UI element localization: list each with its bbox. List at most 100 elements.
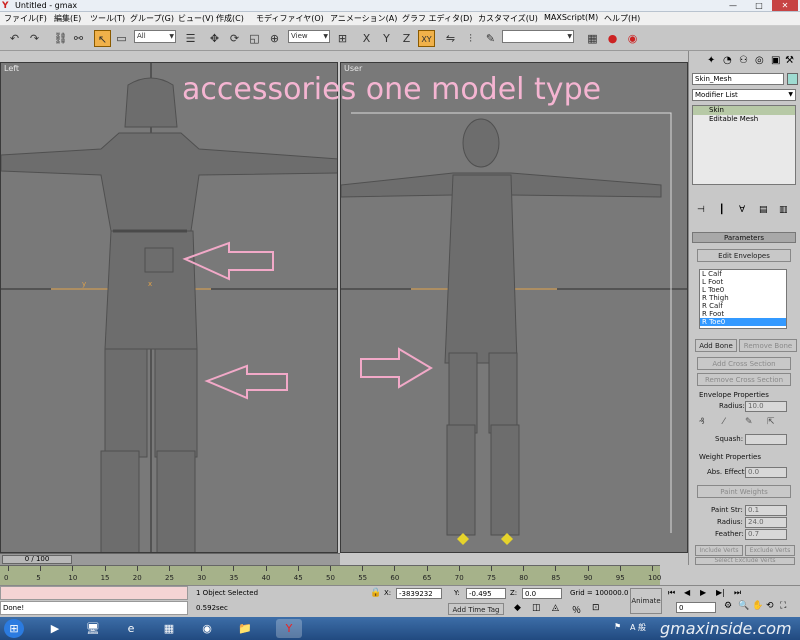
paint-weights-button[interactable]: Paint Weights <box>697 485 791 498</box>
time-config-icon[interactable]: ⚙ <box>724 601 732 611</box>
menu-create[interactable]: 作成(C) <box>216 13 244 24</box>
menu-modifiers[interactable]: モディファイヤ(O) <box>256 13 324 24</box>
material-editor-icon[interactable]: ▦ <box>584 30 601 47</box>
show-end-result-icon[interactable]: ┃ <box>719 205 724 215</box>
go-to-start-icon[interactable]: ⏮ <box>668 588 675 598</box>
region-select-icon[interactable]: ▭ <box>113 30 130 47</box>
envelope-pen-icon[interactable]: ✎ <box>745 417 753 427</box>
object-name-field[interactable]: Skin_Mesh <box>692 73 784 85</box>
mirror-icon[interactable]: ⇋ <box>442 30 459 47</box>
spinner-snap-icon[interactable]: ⊡ <box>592 603 600 613</box>
chrome-icon[interactable]: ◉ <box>194 619 220 638</box>
desktop-icon[interactable]: 🖥 <box>80 619 106 638</box>
scale-icon[interactable]: ◱ <box>246 30 263 47</box>
explorer-icon[interactable]: 📁 <box>232 619 258 638</box>
select-excluded-verts-button[interactable]: Select Exclude Verts <box>695 557 795 565</box>
bone-item-r-thigh[interactable]: R Thigh <box>700 294 786 302</box>
bone-list[interactable]: L Calf L Foot L Toe0 R Thigh R Calf R Fo… <box>699 269 787 329</box>
snap-toggle-icon[interactable]: ◫ <box>532 603 541 613</box>
minimize-button[interactable]: — <box>720 0 746 11</box>
remove-cross-section-button[interactable]: Remove Cross Section <box>697 373 791 386</box>
tray-flag-icon[interactable]: ⚑ <box>614 622 621 631</box>
bone-item-l-toe0[interactable]: L Toe0 <box>700 286 786 294</box>
maximize-button[interactable]: □ <box>746 0 772 11</box>
track-bar[interactable]: 0 5 10 15 20 25 30 35 40 45 50 55 60 65 70 75 80 85 90 95 10… <box>0 565 661 585</box>
axis-y-button[interactable]: Y <box>378 30 395 47</box>
display-tab-icon[interactable]: ▣ <box>771 55 780 66</box>
bone-item-r-toe0[interactable]: R Toe0 <box>700 318 786 326</box>
media-player-icon[interactable]: ▶ <box>42 619 68 638</box>
undo-icon[interactable]: ↶ <box>6 30 23 47</box>
time-slider[interactable]: 0 / 100 <box>0 553 340 565</box>
select-by-name-icon[interactable]: ☰ <box>182 30 199 47</box>
selection-filter-dropdown[interactable]: All ▼ <box>134 30 176 43</box>
make-unique-icon[interactable]: ∀ <box>739 205 745 215</box>
rotate-icon[interactable]: ⟳ <box>226 30 243 47</box>
play-icon[interactable]: ▶ <box>700 588 706 597</box>
paint-radius-spinner[interactable]: 24.0 <box>745 517 787 528</box>
transform-center-icon[interactable]: ⊞ <box>334 30 351 47</box>
envelope-tool-icon[interactable]: ₰ <box>699 417 705 427</box>
bone-item-l-calf[interactable]: L Calf <box>700 270 786 278</box>
configure-sets-icon[interactable]: ▥ <box>779 205 788 215</box>
prompt-line[interactable]: Done! <box>0 601 188 615</box>
select-object-icon[interactable]: ↖ <box>94 30 111 47</box>
squash-spinner[interactable] <box>745 434 787 445</box>
pan-icon[interactable]: ✋ <box>752 601 763 611</box>
previous-frame-icon[interactable]: ◀ <box>684 588 690 597</box>
edit-envelopes-button[interactable]: Edit Envelopes <box>697 249 791 262</box>
abs-effect-spinner[interactable]: 0.0 <box>745 467 787 478</box>
stack-item-editable-mesh[interactable]: Editable Mesh <box>693 115 795 124</box>
snap-icon[interactable]: ✎ <box>482 30 499 47</box>
lock-selection-icon[interactable]: 🔒 <box>370 588 381 598</box>
redo-icon[interactable]: ↷ <box>26 30 43 47</box>
z-coord-field[interactable]: 0.0 <box>522 588 562 599</box>
envelope-brush-icon[interactable]: ⁄ <box>723 417 725 427</box>
menu-tools[interactable]: ツール(T) <box>90 13 125 24</box>
bone-item-l-foot[interactable]: L Foot <box>700 278 786 286</box>
axis-z-button[interactable]: Z <box>398 30 415 47</box>
viewport-user[interactable]: User <box>340 62 688 553</box>
ref-coord-dropdown[interactable]: View ▼ <box>288 30 330 43</box>
viewport-left[interactable]: Left <box>0 62 338 553</box>
bone-item-r-calf[interactable]: R Calf <box>700 302 786 310</box>
select-link-icon[interactable]: ⛓ <box>52 30 69 47</box>
feather-spinner[interactable]: 0.7 <box>745 529 787 540</box>
axis-x-button[interactable]: X <box>358 30 375 47</box>
start-button-icon[interactable]: ⊞ <box>4 619 24 638</box>
frame-counter[interactable]: 0 / 100 <box>2 555 72 564</box>
modify-tab-icon[interactable]: ◔ <box>723 55 732 66</box>
bone-item-r-foot[interactable]: R Foot <box>700 310 786 318</box>
current-frame-field[interactable]: 0 <box>676 602 716 613</box>
utilities-tab-icon[interactable]: ⚒ <box>785 55 794 66</box>
exclude-verts-button[interactable]: Exclude Verts <box>745 545 795 556</box>
maximize-viewport-icon[interactable]: ⛶ <box>780 601 786 611</box>
envelope-copy-icon[interactable]: ⇱ <box>767 417 775 427</box>
close-button[interactable]: ✕ <box>772 0 798 11</box>
next-frame-icon[interactable]: ▶| <box>716 588 725 597</box>
animate-button[interactable]: Animate <box>630 588 662 614</box>
axis-xy-button[interactable]: XY <box>418 30 435 47</box>
move-icon[interactable]: ✥ <box>206 30 223 47</box>
include-verts-button[interactable]: Include Verts <box>695 545 743 556</box>
go-to-end-icon[interactable]: ⏭ <box>734 588 741 598</box>
key-mode-icon[interactable]: ◆ <box>514 603 521 613</box>
menu-group[interactable]: グループ(G) <box>130 13 174 24</box>
unlink-icon[interactable]: ⚯ <box>70 30 87 47</box>
remove-modifier-icon[interactable]: ▤ <box>759 205 768 215</box>
align-icon[interactable]: ⫶ <box>462 30 479 47</box>
paint-str-spinner[interactable]: 0.1 <box>745 505 787 516</box>
object-color-swatch[interactable] <box>787 73 798 85</box>
radius-spinner[interactable]: 10.0 <box>745 401 787 412</box>
modifier-list-dropdown[interactable]: Modifier List ▼ <box>692 89 796 101</box>
menu-help[interactable]: ヘルプ(H) <box>604 13 640 24</box>
menu-view[interactable]: ビュー(V) <box>178 13 214 24</box>
menu-maxscript[interactable]: MAXScript(M) <box>544 13 598 22</box>
remove-bone-button[interactable]: Remove Bone <box>739 339 797 352</box>
create-tab-icon[interactable]: ✦ <box>707 55 715 66</box>
maxscript-listener[interactable] <box>0 586 188 600</box>
menu-graph-editors[interactable]: グラフ エディタ(D) <box>402 13 472 24</box>
gmax-task-icon[interactable]: Y <box>276 619 302 638</box>
x-coord-field[interactable]: -3839232 <box>396 588 442 599</box>
pin-stack-icon[interactable]: ⊣ <box>697 205 705 215</box>
